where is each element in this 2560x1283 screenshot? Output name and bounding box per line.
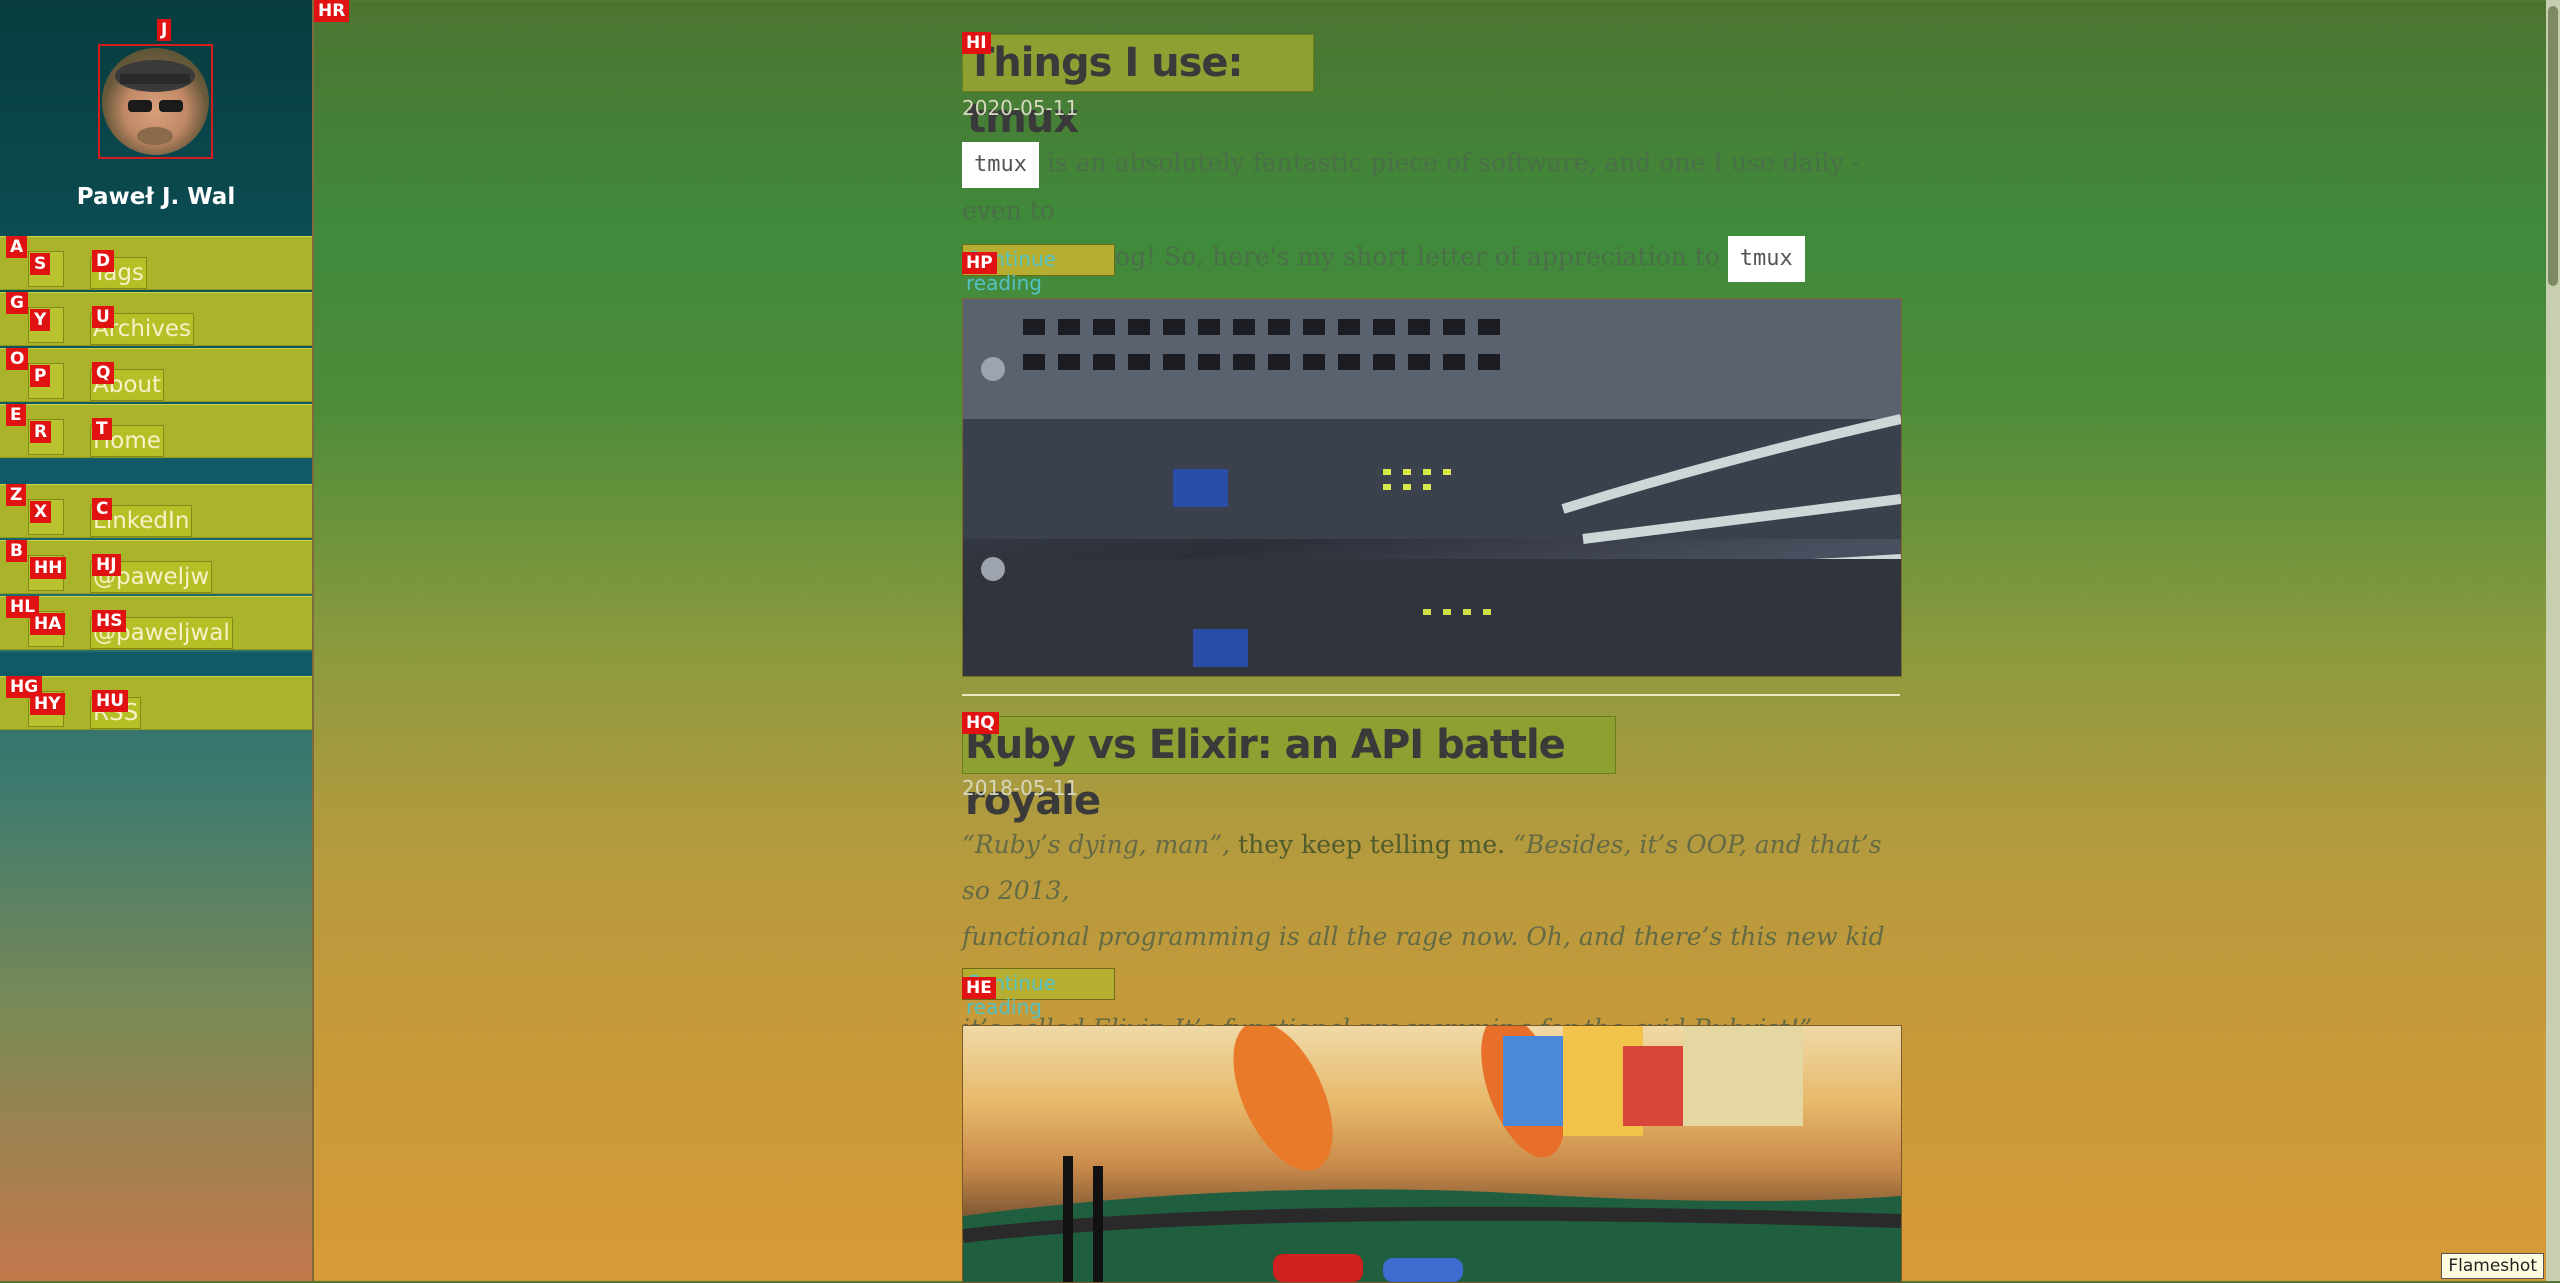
post-title-link[interactable]: Things I use: tmux xyxy=(962,34,1314,142)
post-title-link[interactable]: Ruby vs Elixir: an API battle royale xyxy=(962,716,1616,824)
hint-badge: O xyxy=(6,348,29,370)
post-divider xyxy=(962,694,1900,696)
hint-badge: Y xyxy=(30,309,51,331)
hint-badge: U xyxy=(92,306,114,328)
hint-badge: J xyxy=(157,19,172,41)
hint-badge: C xyxy=(92,498,113,520)
hint-badge: HS xyxy=(92,610,127,632)
hint-badge: HY xyxy=(30,693,65,715)
post-date: 2018-05-11 xyxy=(962,776,1079,800)
hint-badge: X xyxy=(30,501,52,523)
hint-badge: HU xyxy=(92,690,129,712)
scrollbar-thumb[interactable] xyxy=(2548,6,2558,286)
code-snippet: tmux xyxy=(962,142,1039,188)
avatar xyxy=(102,48,209,155)
hint-badge: G xyxy=(6,292,28,314)
hint-badge: HJ xyxy=(92,554,121,576)
hint-badge: HE xyxy=(962,977,996,999)
avatar-image xyxy=(115,60,195,145)
page-scrollbar[interactable] xyxy=(2546,0,2560,1281)
avatar-link[interactable] xyxy=(98,44,213,159)
excerpt-quote: “Ruby’s dying, man”, xyxy=(962,830,1231,859)
hint-badge: HR xyxy=(314,0,350,22)
sidebar-divider xyxy=(0,652,312,676)
hint-badge: P xyxy=(30,365,51,387)
sidebar: Paweł J. Wal Tags Archives About Home Li… xyxy=(0,0,314,1281)
post-title[interactable]: Ruby vs Elixir: an API battle royale xyxy=(963,717,1615,829)
post-title[interactable]: Things I use: tmux xyxy=(963,35,1313,147)
hint-badge: HP xyxy=(962,252,997,274)
hint-badge: T xyxy=(92,418,112,440)
hint-badge: HI xyxy=(962,32,991,54)
post-image-toy-cars[interactable] xyxy=(962,1025,1902,1283)
hint-badge: D xyxy=(92,250,115,272)
switch-photo xyxy=(963,299,1901,676)
hint-badge: HH xyxy=(30,557,67,579)
hint-badge: E xyxy=(6,404,26,426)
code-snippet: tmux xyxy=(1727,236,1805,282)
hint-badge: R xyxy=(30,421,52,443)
hint-badge: HQ xyxy=(962,712,999,734)
excerpt-text: they keep telling me. xyxy=(1230,830,1514,859)
post-excerpt: “Ruby’s dying, man”, they keep telling m… xyxy=(962,822,1900,1052)
hint-badge: Z xyxy=(6,484,27,506)
hint-badge: Q xyxy=(92,362,115,384)
excerpt-text: is an absolutely fantastic piece of soft… xyxy=(962,148,1861,225)
hint-badge: HA xyxy=(30,613,66,635)
toy-cars-photo xyxy=(963,1026,1901,1282)
sidebar-divider xyxy=(0,460,312,484)
hint-badge: B xyxy=(6,540,27,562)
post-date: 2020-05-11 xyxy=(962,96,1079,120)
hint-badge: S xyxy=(30,253,51,275)
flameshot-tooltip: Flameshot xyxy=(2441,1253,2544,1279)
hint-badge: A xyxy=(6,236,28,258)
author-name: Paweł J. Wal xyxy=(76,184,236,210)
post-image-network-switch[interactable] xyxy=(962,298,1902,677)
